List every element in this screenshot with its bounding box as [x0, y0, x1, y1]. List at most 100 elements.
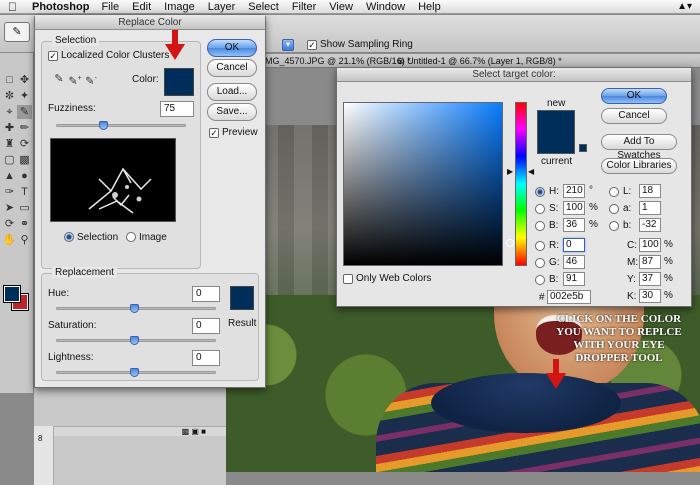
m-input[interactable]: 87	[639, 255, 661, 269]
h-input[interactable]: 210	[563, 184, 585, 198]
r-input[interactable]: 0	[563, 238, 585, 252]
app-menu[interactable]: Photoshop	[32, 1, 89, 13]
radio-l-icon[interactable]	[609, 187, 619, 198]
saturation-input[interactable]: 0	[192, 318, 220, 334]
g-input[interactable]: 46	[563, 255, 585, 269]
lightness-slider-knob[interactable]	[130, 368, 139, 377]
path-select-icon[interactable]: ➤	[2, 201, 17, 215]
save-button[interactable]: Save...	[207, 103, 257, 121]
layer-mask-icon[interactable]: ▣	[191, 427, 199, 436]
radio-r[interactable]	[535, 240, 548, 252]
radio-image-icon[interactable]	[126, 232, 136, 243]
radio-selection-icon[interactable]	[64, 232, 74, 243]
ok-button[interactable]: OK	[601, 88, 667, 104]
healing-brush-icon[interactable]: ✚	[2, 121, 17, 135]
s-input[interactable]: 100	[563, 201, 585, 215]
fuzziness-slider-knob[interactable]	[99, 121, 108, 130]
hue-input[interactable]: 0	[192, 286, 220, 302]
eyedropper-minus-icon[interactable]: ✎-	[84, 72, 98, 88]
fuzziness-input[interactable]: 75	[160, 101, 194, 117]
apple-menu-icon[interactable]: 	[8, 1, 24, 13]
radio-a-icon[interactable]	[609, 204, 619, 215]
color-field[interactable]	[343, 102, 514, 266]
menu-select[interactable]: Select	[248, 1, 279, 13]
fuzziness-slider-track[interactable]	[56, 124, 186, 127]
3d-orbit-icon[interactable]: ⚭	[17, 217, 32, 231]
radio-g[interactable]	[535, 257, 548, 269]
hex-input[interactable]: 002e5b	[547, 290, 591, 304]
load-button[interactable]: Load...	[207, 83, 257, 101]
radio-h[interactable]	[535, 186, 548, 198]
radio-b[interactable]	[535, 220, 548, 232]
eyedropper-tool-icon[interactable]: ✎	[17, 105, 32, 119]
menu-image[interactable]: Image	[164, 1, 195, 13]
l-input[interactable]: 18	[639, 184, 661, 198]
move-tool-icon[interactable]: ✥	[17, 73, 32, 87]
select-target-color-title[interactable]: Select target color:	[337, 68, 691, 82]
radio-b-icon[interactable]	[535, 221, 545, 232]
color-field-cursor[interactable]	[506, 239, 514, 247]
clone-stamp-icon[interactable]: ♜	[2, 137, 17, 151]
radio-rgb-b-icon[interactable]	[535, 275, 545, 286]
menu-window[interactable]: Window	[366, 1, 405, 13]
tool-preset-picker[interactable]: ✎	[4, 22, 30, 42]
radio-lab-b[interactable]	[609, 220, 622, 232]
ok-button[interactable]: OK	[207, 39, 257, 57]
menu-layer[interactable]: Layer	[208, 1, 236, 13]
show-sampling-ring-checkbox[interactable]: ✓ Show Sampling Ring	[307, 39, 413, 50]
hue-slider-knob[interactable]	[130, 304, 139, 313]
localized-clusters-checkbox[interactable]: ✓ Localized Color Clusters	[48, 50, 169, 61]
type-tool-icon[interactable]: T	[17, 185, 32, 199]
radio-s-icon[interactable]	[535, 204, 545, 215]
radio-selection[interactable]: Selection	[64, 232, 118, 243]
radio-g-icon[interactable]	[535, 258, 545, 269]
preview-checkbox[interactable]: ✓ Preview	[209, 127, 258, 138]
foreground-color-swatch[interactable]	[3, 285, 21, 303]
radio-rgb-b[interactable]	[535, 274, 548, 286]
gradient-tool-icon[interactable]: ▩	[17, 153, 32, 167]
tab-document-1[interactable]: MG_4570.JPG @ 21.1% (RGB/16) *	[265, 56, 411, 66]
pen-tool-icon[interactable]: ✑	[2, 185, 17, 199]
radio-a[interactable]	[609, 203, 622, 215]
k-input[interactable]: 30	[639, 289, 661, 303]
radio-r-icon[interactable]	[535, 241, 545, 252]
selected-color-swatch[interactable]	[164, 68, 194, 96]
replace-color-title[interactable]: Replace Color	[35, 15, 265, 30]
tab-document-2[interactable]: ⊗ Untitled-1 @ 66.7% (Layer 1, RGB/8) *	[397, 56, 562, 67]
y-input[interactable]: 37	[639, 272, 661, 286]
menu-file[interactable]: File	[101, 1, 119, 13]
cancel-button[interactable]: Cancel	[601, 108, 667, 124]
marquee-tool-icon[interactable]: □	[2, 73, 17, 87]
radio-lab-b-icon[interactable]	[609, 221, 619, 232]
blur-tool-icon[interactable]: ▲	[2, 169, 17, 183]
sample-dropdown-arrow-icon[interactable]: ▾	[282, 39, 294, 51]
radio-s[interactable]	[535, 203, 548, 215]
zoom-tool-icon[interactable]: ⚲	[17, 233, 32, 247]
only-web-colors-checkbox[interactable]: Only Web Colors	[343, 273, 431, 284]
tab-close-icon[interactable]: ⊗	[397, 56, 405, 66]
lab-b-input[interactable]: -32	[639, 218, 661, 232]
sampling-ring-check-icon[interactable]: ✓	[307, 39, 317, 50]
color-libraries-button[interactable]: Color Libraries	[601, 158, 677, 174]
result-color-swatch[interactable]	[230, 286, 254, 310]
eyedropper-icon[interactable]: ✎	[52, 72, 66, 86]
brush-tool-icon[interactable]: ✏	[17, 121, 32, 135]
crop-tool-icon[interactable]: ⌖	[2, 105, 17, 119]
history-brush-icon[interactable]: ⟳	[17, 137, 32, 151]
trash-icon[interactable]: ■	[201, 427, 206, 436]
shape-tool-icon[interactable]: ▭	[17, 201, 32, 215]
radio-h-icon[interactable]	[535, 187, 545, 198]
preview-check-icon[interactable]: ✓	[209, 127, 219, 138]
hand-tool-icon[interactable]: ✋	[2, 233, 17, 247]
lasso-tool-icon[interactable]: ✼	[2, 89, 17, 103]
menu-help[interactable]: Help	[418, 1, 441, 13]
magic-wand-icon[interactable]: ✦	[17, 89, 32, 103]
menu-filter[interactable]: Filter	[292, 1, 316, 13]
rgb-b-input[interactable]: 91	[563, 272, 585, 286]
localized-check-icon[interactable]: ✓	[48, 50, 58, 61]
saturation-slider-knob[interactable]	[130, 336, 139, 345]
radio-l[interactable]	[609, 186, 622, 198]
add-to-swatches-button[interactable]: Add To Swatches	[601, 134, 677, 161]
a-input[interactable]: 1	[639, 201, 661, 215]
only-web-colors-check-icon[interactable]	[343, 273, 353, 284]
